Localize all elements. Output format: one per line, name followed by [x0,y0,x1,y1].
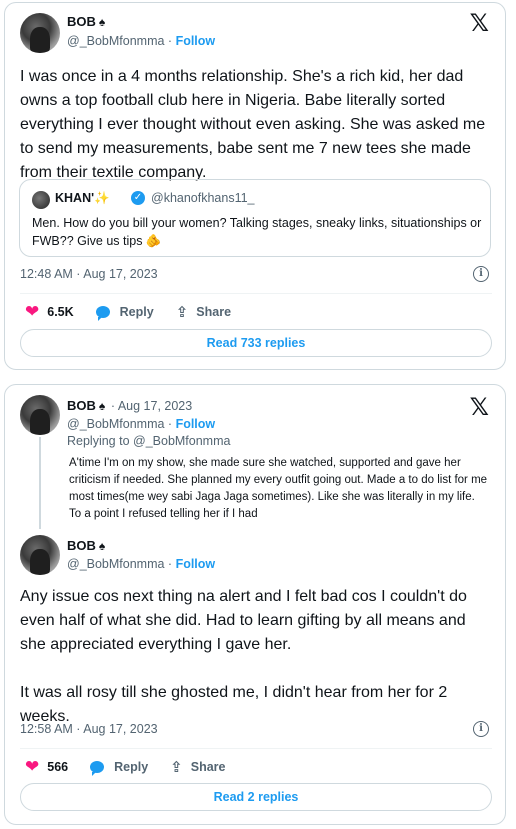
reply-label: Reply [119,305,154,319]
divider [20,748,492,749]
follow-button[interactable]: Follow [176,34,216,48]
share-button[interactable]: ⇪ Share [176,303,231,321]
verified-badge-icon: ✓ [131,191,145,205]
tweet-card-1: BOB ♠ @_BobMfonmma · Follow 𝕏 I was once … [4,2,506,370]
reply-label: Reply [114,760,149,774]
share-icon: ⇪ [170,759,183,776]
divider [20,293,492,294]
like-count: 566 [47,760,69,774]
avatar[interactable] [20,13,60,53]
quote-text: Men. How do you bill your women? Talking… [32,216,482,248]
replying-to[interactable]: Replying to @_BobMfonmma [67,434,230,448]
author-handle-row: @_BobMfonmma · Follow [67,417,216,431]
share-button[interactable]: ⇪ Share [170,758,225,776]
x-logo-icon[interactable]: 𝕏 [470,9,489,38]
timestamp[interactable]: 12:48 AM · Aug 17, 2023 [20,267,158,281]
share-icon: ⇪ [175,304,189,321]
sparkle-icon: ✨ [94,191,110,205]
reply-button[interactable]: Reply [95,305,154,321]
thread-line [39,437,41,529]
read-replies-button[interactable]: Read 733 replies [20,329,492,357]
reply-button[interactable]: Reply [90,760,149,776]
read-replies-button[interactable]: Read 2 replies [20,783,492,811]
tweet-card-2: BOB ♠ · Aug 17, 2023 @_BobMfonmma · Follo… [4,384,506,825]
like-button[interactable]: ❤ 566 [25,757,68,777]
x-logo-icon[interactable]: 𝕏 [470,393,489,422]
like-button[interactable]: ❤ 6.5K [25,302,74,322]
action-bar: ❤ 6.5K Reply ⇪ Share [25,302,253,322]
spade-icon: ♠ [98,399,106,413]
author-name[interactable]: BOB ♠ [67,14,105,29]
timestamp[interactable]: 12:58 AM · Aug 17, 2023 [20,722,158,736]
info-icon[interactable]: i [473,721,489,737]
tweet-text: Any issue cos next thing na alert and I … [20,588,467,725]
quoted-tweet[interactable]: KHAN'✨ ✓ @khanofkhans11_ Men. How do you… [19,179,491,257]
heart-icon: ❤ [25,302,40,321]
avatar[interactable] [20,395,60,435]
author-name[interactable]: BOB ♠ [67,538,105,553]
quote-author-name: KHAN'✨ [55,191,110,205]
parent-tweet-text: A'time I'm on my show, she made sure she… [69,457,488,520]
author-handle-row: @_BobMfonmma · Follow [67,557,216,571]
spade-icon: ♠ [98,539,106,553]
share-label: Share [190,760,226,774]
avatar[interactable] [20,535,60,575]
author-name[interactable]: BOB ♠ · Aug 17, 2023 [67,398,192,413]
reply-icon [95,306,110,321]
like-count: 6.5K [47,305,74,319]
share-label: Share [196,305,232,319]
follow-button[interactable]: Follow [176,417,216,431]
tweet-text: I was once in a 4 months relationship. S… [20,68,486,181]
author-handle[interactable]: @_BobMfonmma [67,34,164,48]
quote-avatar [32,191,50,209]
spade-icon: ♠ [98,15,106,29]
heart-icon: ❤ [25,757,40,776]
reply-icon [90,761,105,776]
follow-button[interactable]: Follow [176,557,216,571]
tweet-date[interactable]: · Aug 17, 2023 [111,399,192,413]
quote-author-handle: @khanofkhans11_ [151,191,255,205]
author-handle-row: @_BobMfonmma · Follow [67,34,216,48]
action-bar: ❤ 566 Reply ⇪ Share [25,757,247,777]
author-handle[interactable]: @_BobMfonmma [67,417,164,431]
info-icon[interactable]: i [473,266,489,282]
author-handle[interactable]: @_BobMfonmma [67,557,164,571]
